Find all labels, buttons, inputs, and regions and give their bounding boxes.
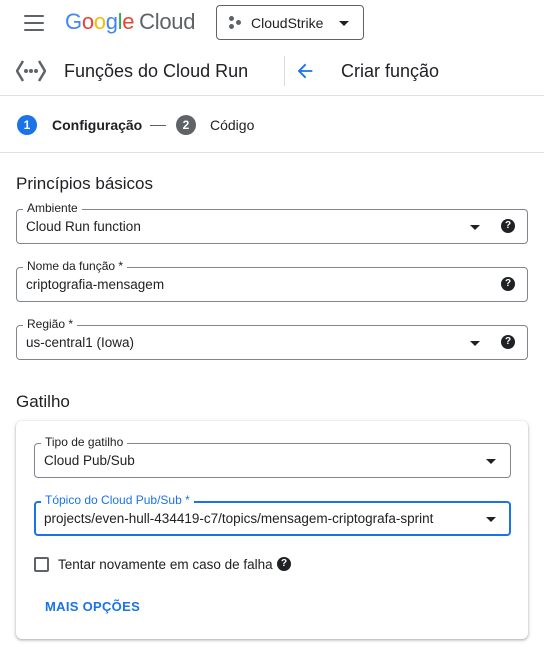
page-title: Criar função xyxy=(341,61,440,81)
pubsub-topic-label: Tópico do Cloud Pub/Sub * xyxy=(41,493,194,507)
caret-down-icon xyxy=(486,517,496,522)
retry-on-failure-checkbox[interactable] xyxy=(34,557,49,572)
caret-down-icon xyxy=(470,341,480,346)
region-value: us-central1 (Iowa) xyxy=(26,335,135,350)
function-name-label: Nome da função * xyxy=(23,259,128,273)
page-header: Funções do Cloud Run Criar função xyxy=(0,46,544,96)
project-picker-button[interactable]: CloudStrike xyxy=(216,5,364,40)
arrow-back-icon[interactable] xyxy=(294,60,316,82)
project-name: CloudStrike xyxy=(251,14,324,31)
caret-down-icon xyxy=(339,21,349,26)
caret-down-icon xyxy=(470,225,480,230)
step-2-label[interactable]: Código xyxy=(210,117,254,133)
step-1-number[interactable]: 1 xyxy=(17,115,37,135)
caret-down-icon xyxy=(486,459,496,464)
retry-on-failure-label[interactable]: Tentar novamente em caso de falha xyxy=(58,557,273,572)
trigger-type-select[interactable]: Tipo de gatilho Cloud Pub/Sub xyxy=(34,435,511,478)
project-hierarchy-icon xyxy=(229,15,243,30)
region-label: Região * xyxy=(23,317,78,331)
help-circle-icon[interactable]: ? xyxy=(501,335,515,349)
stepper: 1 Configuração 2 Código xyxy=(0,96,544,153)
environment-value: Cloud Run function xyxy=(26,219,141,234)
header-divider xyxy=(284,56,285,86)
trigger-section-title: Gatilho xyxy=(16,392,70,411)
help-circle-icon[interactable]: ? xyxy=(277,557,291,571)
pubsub-topic-value: projects/even-hull-434419-c7/topics/mens… xyxy=(44,511,434,526)
step-1-label[interactable]: Configuração xyxy=(52,117,142,133)
region-select[interactable]: Região * us-central1 (Iowa) xyxy=(16,317,528,360)
google-cloud-logo[interactable]: Google Cloud xyxy=(65,9,195,35)
step-connector xyxy=(150,125,166,126)
top-app-bar: Google Cloud CloudStrike xyxy=(0,0,544,46)
basics-section-title: Princípios básicos xyxy=(16,174,154,193)
help-circle-icon[interactable]: ? xyxy=(501,219,515,233)
function-name-input[interactable]: Nome da função * criptografia-mensagem xyxy=(16,259,528,302)
function-name-value: criptografia-mensagem xyxy=(26,277,165,292)
service-title: Funções do Cloud Run xyxy=(64,61,249,81)
help-circle-icon[interactable]: ? xyxy=(501,277,515,291)
environment-label: Ambiente xyxy=(23,201,82,215)
environment-select[interactable]: Ambiente Cloud Run function xyxy=(16,201,528,244)
more-options-button[interactable]: MAIS OPÇÕES xyxy=(45,599,140,614)
hamburger-menu-icon[interactable] xyxy=(24,15,44,31)
trigger-type-value: Cloud Pub/Sub xyxy=(44,453,135,468)
cloud-functions-icon xyxy=(16,60,46,82)
step-2-number[interactable]: 2 xyxy=(176,115,196,135)
pubsub-topic-select[interactable]: Tópico do Cloud Pub/Sub * projects/even-… xyxy=(34,493,511,536)
trigger-type-label: Tipo de gatilho xyxy=(41,435,128,449)
